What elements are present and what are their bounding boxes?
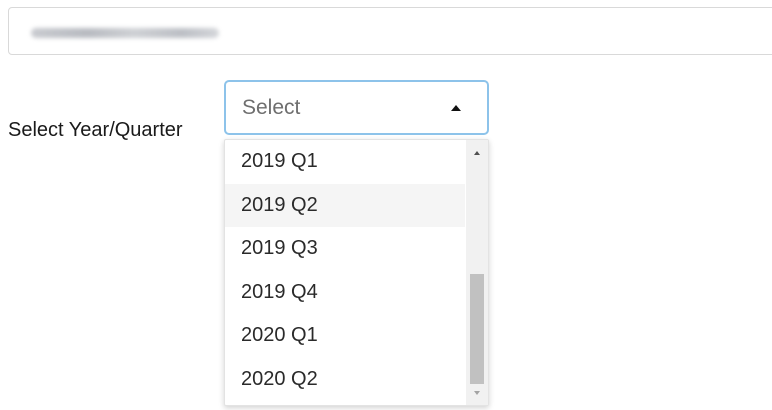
select-value: Select	[242, 96, 301, 119]
year-quarter-label: Select Year/Quarter	[8, 119, 183, 141]
scroll-down-arrow-icon[interactable]	[474, 391, 480, 395]
option-2019-q4[interactable]: 2019 Q4	[225, 271, 465, 315]
option-2020-q1[interactable]: 2020 Q1	[225, 314, 465, 358]
year-quarter-select[interactable]: Select	[224, 80, 489, 135]
scroll-up-arrow-icon[interactable]	[474, 151, 480, 155]
option-2019-q3[interactable]: 2019 Q3	[225, 227, 465, 271]
page: Select Year/Quarter Select 2019 Q1 2019 …	[0, 0, 772, 410]
option-2019-q2[interactable]: 2019 Q2	[225, 183, 465, 227]
blurred-text	[31, 28, 219, 38]
dropdown-options: 2019 Q1 2019 Q2 2019 Q3 2019 Q4 2020 Q1 …	[225, 140, 465, 401]
year-quarter-dropdown: 2019 Q1 2019 Q2 2019 Q3 2019 Q4 2020 Q1 …	[224, 139, 489, 406]
dropdown-scrollbar[interactable]	[466, 140, 488, 405]
scroll-thumb[interactable]	[470, 274, 484, 384]
option-2019-q1[interactable]: 2019 Q1	[225, 140, 465, 184]
caret-up-icon[interactable]	[451, 105, 461, 111]
option-2020-q2[interactable]: 2020 Q2	[225, 358, 465, 402]
blurred-text-field[interactable]	[8, 7, 772, 55]
